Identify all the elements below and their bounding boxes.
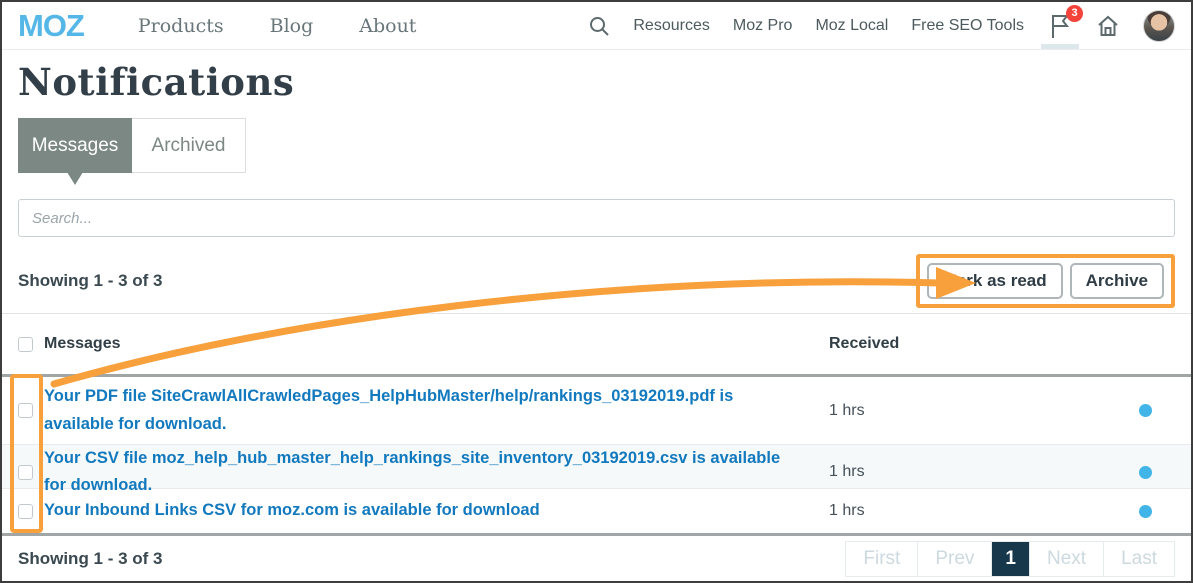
active-nav-underline xyxy=(1041,44,1079,49)
nav-item-products[interactable]: Products xyxy=(138,15,224,37)
row-checkbox[interactable] xyxy=(18,465,33,480)
nav-item-moz-pro[interactable]: Moz Pro xyxy=(733,17,793,35)
pagination-first[interactable]: First xyxy=(846,542,918,576)
notifications-table-body: Your PDF file SiteCrawlAllCrawledPages_H… xyxy=(2,374,1191,536)
showing-count-bottom: Showing 1 - 3 of 3 xyxy=(18,549,163,569)
table-footer: Showing 1 - 3 of 3 First Prev 1 Next Las… xyxy=(2,536,1191,582)
unread-dot-icon xyxy=(1139,505,1152,518)
unread-dot-icon xyxy=(1139,404,1152,417)
nav-item-blog[interactable]: Blog xyxy=(270,15,314,37)
page-title: Notifications xyxy=(18,60,1175,104)
select-all-checkbox[interactable] xyxy=(18,337,33,352)
home-icon[interactable] xyxy=(1096,14,1120,38)
notification-link[interactable]: Your PDF file SiteCrawlAllCrawledPages_H… xyxy=(44,383,829,437)
table-row: Your CSV file moz_help_hub_master_help_r… xyxy=(2,445,1191,489)
pagination-prev[interactable]: Prev xyxy=(918,542,992,576)
moz-notifications-page: MOZ Products Blog About Resources Moz Pr… xyxy=(0,0,1193,583)
user-avatar[interactable] xyxy=(1143,10,1175,42)
received-time: 1 hrs xyxy=(829,502,1115,520)
column-header-received: Received xyxy=(829,335,1115,353)
search-icon[interactable] xyxy=(588,15,610,37)
notification-link[interactable]: Your CSV file moz_help_hub_master_help_r… xyxy=(44,445,829,499)
top-navigation: MOZ Products Blog About Resources Moz Pr… xyxy=(2,2,1191,50)
notification-link[interactable]: Your Inbound Links CSV for moz.com is av… xyxy=(44,497,829,524)
column-header-messages: Messages xyxy=(44,335,829,353)
tab-archived[interactable]: Archived xyxy=(132,118,246,173)
archive-button[interactable]: Archive xyxy=(1070,263,1164,299)
mark-as-read-button[interactable]: Mark as read xyxy=(927,263,1063,299)
notification-count-badge: 3 xyxy=(1066,5,1083,22)
nav-item-about[interactable]: About xyxy=(359,15,416,37)
search-input[interactable] xyxy=(18,199,1175,237)
toolbar: Showing 1 - 3 of 3 Mark as read Archive xyxy=(18,253,1175,309)
table-header: Messages Received xyxy=(2,314,1191,374)
showing-count-top: Showing 1 - 3 of 3 xyxy=(18,271,163,291)
received-time: 1 hrs xyxy=(829,402,1115,420)
notifications-flag-icon[interactable]: 3 xyxy=(1049,13,1073,39)
pagination-next[interactable]: Next xyxy=(1030,542,1104,576)
moz-logo[interactable]: MOZ xyxy=(18,8,84,44)
tab-messages[interactable]: Messages xyxy=(18,118,132,173)
nav-item-moz-local[interactable]: Moz Local xyxy=(815,17,888,35)
search-bar xyxy=(18,199,1175,237)
actions-highlight-box: Mark as read Archive xyxy=(916,254,1175,308)
secondary-nav: Resources Moz Pro Moz Local Free SEO Too… xyxy=(588,10,1175,42)
received-time: 1 hrs xyxy=(829,463,1115,481)
pagination-last[interactable]: Last xyxy=(1104,542,1174,576)
row-checkbox[interactable] xyxy=(18,504,33,519)
notifications-tabs: Messages Archived xyxy=(18,118,1175,173)
primary-nav: Products Blog About xyxy=(138,15,417,37)
nav-item-free-seo-tools[interactable]: Free SEO Tools xyxy=(911,17,1024,35)
pagination: First Prev 1 Next Last xyxy=(845,541,1175,577)
pagination-current-page[interactable]: 1 xyxy=(992,542,1030,576)
unread-dot-icon xyxy=(1139,466,1152,479)
nav-item-resources[interactable]: Resources xyxy=(633,17,709,35)
table-row: Your PDF file SiteCrawlAllCrawledPages_H… xyxy=(2,377,1191,445)
row-checkbox[interactable] xyxy=(18,403,33,418)
